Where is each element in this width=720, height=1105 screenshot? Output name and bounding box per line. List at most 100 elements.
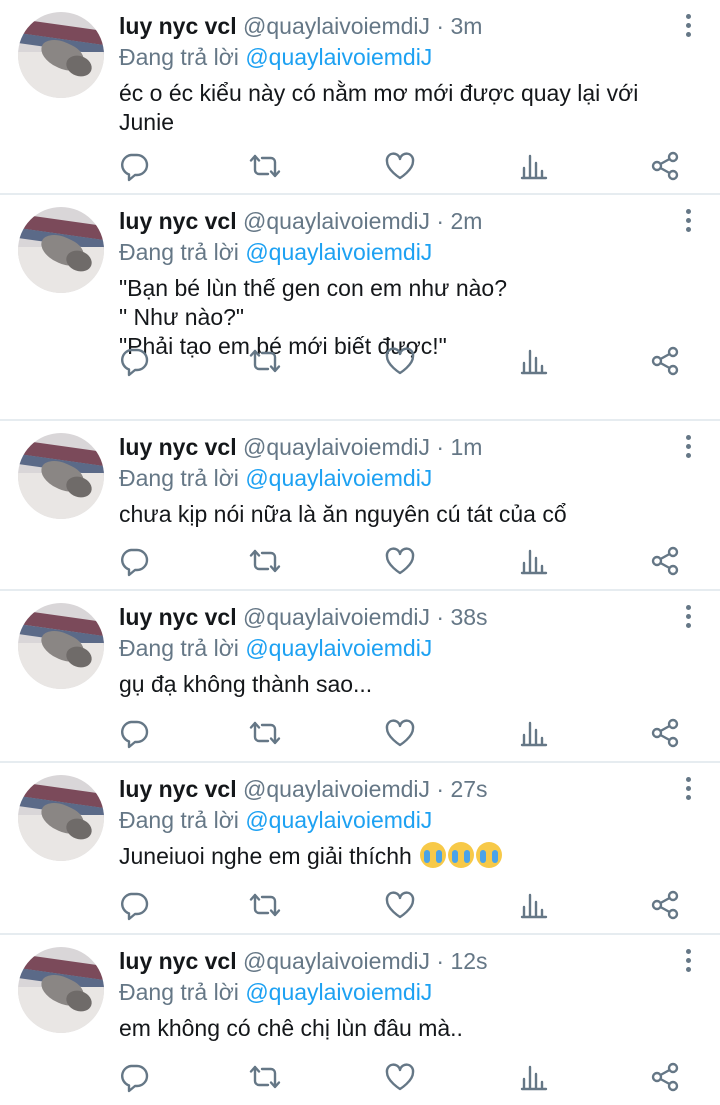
tweet-actions bbox=[118, 545, 692, 577]
replying-to: Đang trả lời @quaylaivoiemdiJ bbox=[119, 977, 670, 1007]
tweet-header: luy nyc vcl @quaylaivoiemdiJ · 3m bbox=[119, 10, 670, 42]
tweet-content: luy nyc vcl @quaylaivoiemdiJ · 12s Đang … bbox=[119, 945, 670, 1043]
replying-to-label: Đang trả lời bbox=[119, 465, 239, 491]
tweet-time[interactable]: 38s bbox=[450, 604, 487, 630]
mention-link[interactable]: @quaylaivoiemdiJ bbox=[245, 239, 432, 265]
analytics-icon[interactable] bbox=[518, 345, 550, 377]
like-icon[interactable] bbox=[384, 345, 416, 377]
tweet[interactable]: luy nyc vcl @quaylaivoiemdiJ · 27s Đang … bbox=[0, 763, 720, 935]
reply-icon[interactable] bbox=[118, 345, 150, 377]
tweet-text-line: Junie bbox=[119, 109, 174, 135]
author-name[interactable]: luy nyc vcl bbox=[119, 13, 237, 39]
mention-link[interactable]: @quaylaivoiemdiJ bbox=[245, 44, 432, 70]
share-icon[interactable] bbox=[649, 545, 681, 577]
retweet-icon[interactable] bbox=[249, 345, 281, 377]
tweet[interactable]: luy nyc vcl @quaylaivoiemdiJ · 3m Đang t… bbox=[0, 0, 720, 195]
separator-dot: · bbox=[436, 13, 445, 39]
tweet-text: gụ đạ không thành sao... bbox=[119, 670, 670, 699]
tweet-text-line: chưa kịp nói nữa là ăn nguyên cú tát của… bbox=[119, 501, 567, 527]
tweet-content: luy nyc vcl @quaylaivoiemdiJ · 1m Đang t… bbox=[119, 431, 670, 529]
avatar[interactable] bbox=[18, 433, 104, 519]
avatar[interactable] bbox=[18, 775, 104, 861]
mention-link[interactable]: @quaylaivoiemdiJ bbox=[245, 807, 432, 833]
more-options-icon[interactable] bbox=[682, 435, 694, 461]
tweet-time[interactable]: 1m bbox=[450, 434, 482, 460]
analytics-icon[interactable] bbox=[518, 717, 550, 749]
share-icon[interactable] bbox=[649, 345, 681, 377]
tweet-header: luy nyc vcl @quaylaivoiemdiJ · 2m bbox=[119, 205, 670, 237]
retweet-icon[interactable] bbox=[249, 889, 281, 921]
separator-dot: · bbox=[436, 604, 445, 630]
more-options-icon[interactable] bbox=[682, 605, 694, 631]
author-handle[interactable]: @quaylaivoiemdiJ bbox=[243, 948, 430, 974]
tweet-time[interactable]: 2m bbox=[450, 208, 482, 234]
tweet[interactable]: luy nyc vcl @quaylaivoiemdiJ · 12s Đang … bbox=[0, 935, 720, 1105]
avatar[interactable] bbox=[18, 947, 104, 1033]
more-options-icon[interactable] bbox=[682, 949, 694, 975]
like-icon[interactable] bbox=[384, 889, 416, 921]
analytics-icon[interactable] bbox=[518, 889, 550, 921]
tweet-time[interactable]: 27s bbox=[450, 776, 487, 802]
loudly-crying-face-icon bbox=[448, 842, 475, 868]
more-options-icon[interactable] bbox=[682, 14, 694, 40]
mention-link[interactable]: @quaylaivoiemdiJ bbox=[245, 465, 432, 491]
retweet-icon[interactable] bbox=[249, 545, 281, 577]
author-name[interactable]: luy nyc vcl bbox=[119, 776, 237, 802]
tweet-text-line: "Bạn bé lùn thế gen con em như nào? bbox=[119, 275, 508, 301]
share-icon[interactable] bbox=[649, 889, 681, 921]
tweet-text-line: Juneiuoi nghe em giải thíchh bbox=[119, 843, 412, 869]
share-icon[interactable] bbox=[649, 150, 681, 182]
author-handle[interactable]: @quaylaivoiemdiJ bbox=[243, 434, 430, 460]
tweet-actions bbox=[118, 717, 692, 749]
analytics-icon[interactable] bbox=[518, 1061, 550, 1093]
author-handle[interactable]: @quaylaivoiemdiJ bbox=[243, 604, 430, 630]
avatar[interactable] bbox=[18, 603, 104, 689]
retweet-icon[interactable] bbox=[249, 150, 281, 182]
tweet-content: luy nyc vcl @quaylaivoiemdiJ · 3m Đang t… bbox=[119, 10, 670, 137]
reply-icon[interactable] bbox=[118, 545, 150, 577]
like-icon[interactable] bbox=[384, 545, 416, 577]
author-name[interactable]: luy nyc vcl bbox=[119, 208, 237, 234]
retweet-icon[interactable] bbox=[249, 1061, 281, 1093]
tweet-header: luy nyc vcl @quaylaivoiemdiJ · 27s bbox=[119, 773, 670, 805]
author-handle[interactable]: @quaylaivoiemdiJ bbox=[243, 13, 430, 39]
tweet-header: luy nyc vcl @quaylaivoiemdiJ · 1m bbox=[119, 431, 670, 463]
like-icon[interactable] bbox=[384, 150, 416, 182]
share-icon[interactable] bbox=[649, 717, 681, 749]
replying-to-label: Đang trả lời bbox=[119, 807, 239, 833]
like-icon[interactable] bbox=[384, 717, 416, 749]
tweet-time[interactable]: 3m bbox=[450, 13, 482, 39]
separator-dot: · bbox=[436, 948, 445, 974]
replying-to: Đang trả lời @quaylaivoiemdiJ bbox=[119, 463, 670, 493]
replying-to: Đang trả lời @quaylaivoiemdiJ bbox=[119, 42, 670, 72]
tweet[interactable]: luy nyc vcl @quaylaivoiemdiJ · 1m Đang t… bbox=[0, 421, 720, 591]
mention-link[interactable]: @quaylaivoiemdiJ bbox=[245, 635, 432, 661]
replying-to-label: Đang trả lời bbox=[119, 239, 239, 265]
avatar[interactable] bbox=[18, 12, 104, 98]
reply-icon[interactable] bbox=[118, 717, 150, 749]
author-handle[interactable]: @quaylaivoiemdiJ bbox=[243, 208, 430, 234]
tweet-time[interactable]: 12s bbox=[450, 948, 487, 974]
analytics-icon[interactable] bbox=[518, 545, 550, 577]
loudly-crying-face-icon bbox=[420, 842, 447, 868]
author-name[interactable]: luy nyc vcl bbox=[119, 434, 237, 460]
replying-to-label: Đang trả lời bbox=[119, 635, 239, 661]
author-handle[interactable]: @quaylaivoiemdiJ bbox=[243, 776, 430, 802]
tweet[interactable]: luy nyc vcl @quaylaivoiemdiJ · 2m Đang t… bbox=[0, 195, 720, 421]
more-options-icon[interactable] bbox=[682, 209, 694, 235]
author-name[interactable]: luy nyc vcl bbox=[119, 604, 237, 630]
analytics-icon[interactable] bbox=[518, 150, 550, 182]
more-options-icon[interactable] bbox=[682, 777, 694, 803]
share-icon[interactable] bbox=[649, 1061, 681, 1093]
separator-dot: · bbox=[436, 208, 445, 234]
tweet-actions bbox=[118, 1061, 692, 1093]
avatar[interactable] bbox=[18, 207, 104, 293]
reply-icon[interactable] bbox=[118, 150, 150, 182]
author-name[interactable]: luy nyc vcl bbox=[119, 948, 237, 974]
reply-icon[interactable] bbox=[118, 1061, 150, 1093]
tweet[interactable]: luy nyc vcl @quaylaivoiemdiJ · 38s Đang … bbox=[0, 591, 720, 763]
reply-icon[interactable] bbox=[118, 889, 150, 921]
like-icon[interactable] bbox=[384, 1061, 416, 1093]
mention-link[interactable]: @quaylaivoiemdiJ bbox=[245, 979, 432, 1005]
retweet-icon[interactable] bbox=[249, 717, 281, 749]
